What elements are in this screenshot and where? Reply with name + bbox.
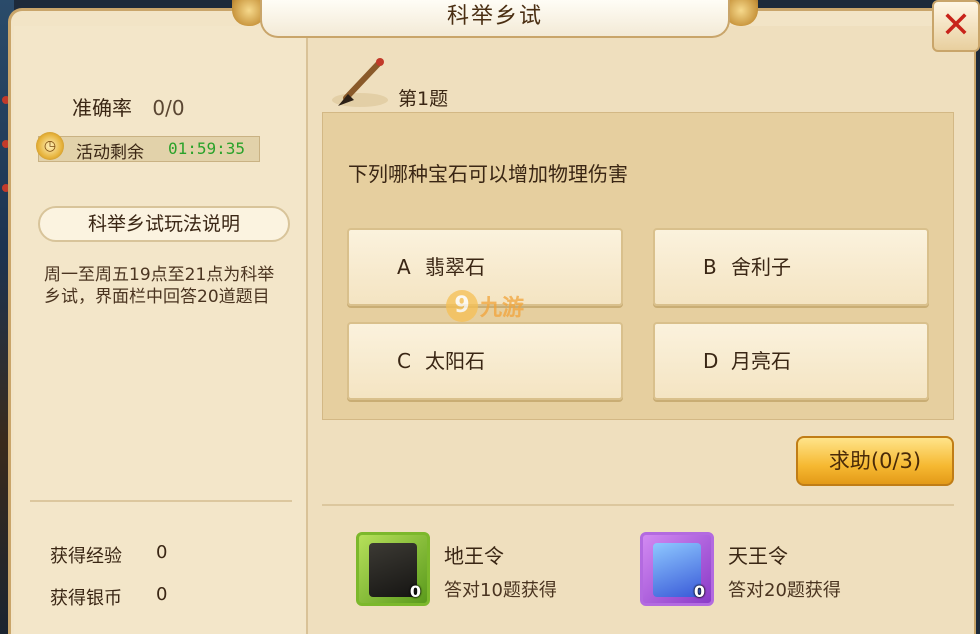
divider xyxy=(322,504,954,506)
option-letter: D xyxy=(703,349,719,373)
watermark-digit: 9 xyxy=(446,290,478,322)
silver-label: 获得银币 xyxy=(50,588,122,609)
reward-desc: 答对10题获得 xyxy=(444,580,557,601)
reward-item-earth-token[interactable]: 0 xyxy=(356,532,430,606)
option-letter: C xyxy=(397,349,411,373)
reward-desc: 答对20题获得 xyxy=(728,580,841,601)
watermark-logo: 9 九游 xyxy=(446,290,524,322)
reward-name: 地王令 xyxy=(444,544,504,568)
stopwatch-icon: ◷ xyxy=(36,132,64,160)
reward-count: 0 xyxy=(409,582,421,601)
exp-value: 0 xyxy=(156,542,168,563)
option-c-button[interactable]: C 太阳石 xyxy=(347,322,623,400)
reward-count: 0 xyxy=(693,582,705,601)
title-plaque: 科举乡试 xyxy=(260,0,730,38)
window-title: 科举乡试 xyxy=(446,4,543,29)
silver-value: 0 xyxy=(156,584,168,605)
option-b-button[interactable]: B 舍利子 xyxy=(653,228,929,306)
rules-text: 周一至周五19点至21点为科举乡试，界面栏中回答20道题目 xyxy=(44,265,275,307)
timer-value: 01:59:35 xyxy=(168,139,246,158)
accuracy-value: 0/0 xyxy=(152,96,185,120)
reward-name: 天王令 xyxy=(728,544,788,568)
option-letter: B xyxy=(703,255,717,279)
option-text: 太阳石 xyxy=(425,349,485,373)
divider xyxy=(30,500,292,502)
exp-stat: 获得经验 0 xyxy=(50,542,167,568)
silver-stat: 获得银币 0 xyxy=(50,584,167,610)
close-icon: ✕ xyxy=(940,5,972,46)
reward-item-heaven-token[interactable]: 0 xyxy=(640,532,714,606)
exp-label: 获得经验 xyxy=(50,546,122,567)
timer-label: 活动剩余 xyxy=(76,143,144,163)
option-letter: A xyxy=(397,255,411,279)
rules-title: 科举乡试玩法说明 xyxy=(38,206,290,242)
watermark-text: 九游 xyxy=(480,296,525,321)
accuracy-label: 准确率 xyxy=(72,96,132,120)
accuracy: 准确率 0/0 xyxy=(72,92,185,121)
option-d-button[interactable]: D 月亮石 xyxy=(653,322,929,400)
option-text: 舍利子 xyxy=(731,255,791,279)
brush-icon xyxy=(332,58,388,107)
question-number: 第1题 xyxy=(398,88,449,110)
question-text: 下列哪种宝石可以增加物理伤害 xyxy=(348,162,628,186)
help-button[interactable]: 求助(0/3) xyxy=(796,436,954,486)
option-text: 月亮石 xyxy=(731,349,791,373)
close-button[interactable]: ✕ xyxy=(932,0,980,52)
